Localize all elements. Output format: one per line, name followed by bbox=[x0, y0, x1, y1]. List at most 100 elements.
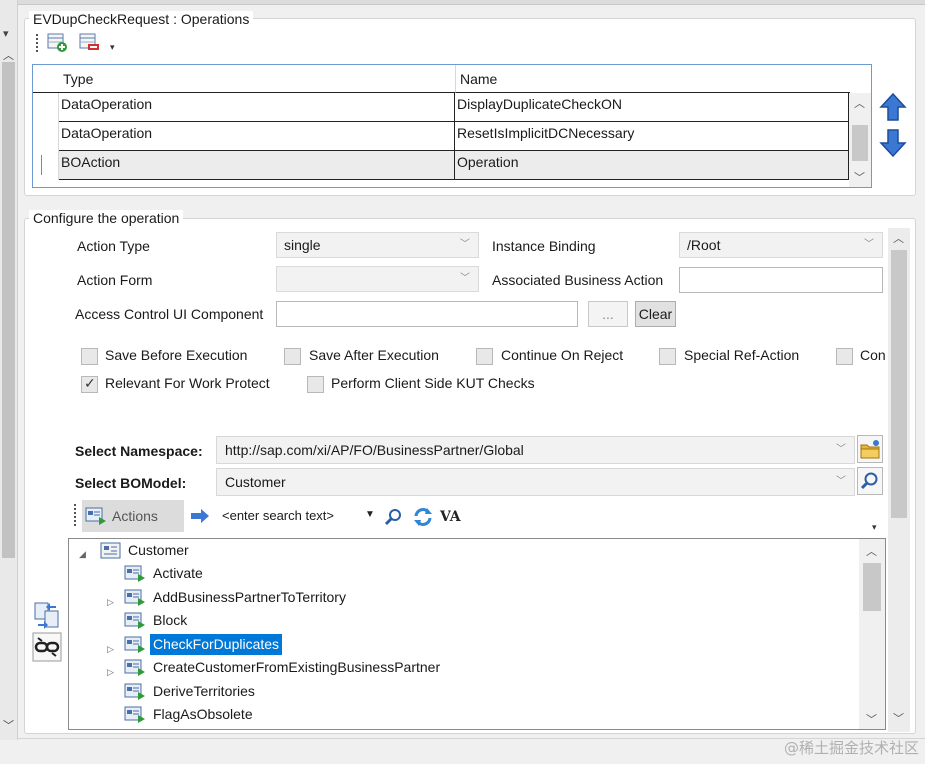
action-icon bbox=[124, 636, 146, 654]
operations-toolbar: ▾ bbox=[36, 30, 126, 56]
actions-filter-label: Actions bbox=[112, 508, 158, 524]
action-type-select[interactable]: single ﹀ bbox=[276, 232, 479, 258]
scroll-thumb[interactable] bbox=[2, 62, 15, 558]
refresh-icon[interactable] bbox=[412, 506, 434, 528]
browse-button[interactable]: ... bbox=[588, 301, 628, 327]
chevron-down-icon: ﹀ bbox=[864, 239, 874, 250]
expand-icon[interactable]: ▷ bbox=[107, 639, 114, 660]
continue-on-reject-checkbox[interactable] bbox=[476, 348, 493, 365]
move-down-icon[interactable] bbox=[879, 128, 907, 158]
grid-cell-name[interactable]: ResetIsImplicitDCNecessary bbox=[455, 122, 849, 151]
con-label: Con bbox=[860, 347, 886, 363]
configure-vertical-scrollbar[interactable]: ︿ ﹀ bbox=[888, 228, 910, 732]
save-after-execution-checkbox[interactable] bbox=[284, 348, 301, 365]
swap-icon[interactable] bbox=[32, 600, 62, 630]
scroll-down-icon[interactable]: ﹀ bbox=[866, 711, 877, 727]
search-icon bbox=[860, 472, 878, 490]
column-header-name[interactable]: Name bbox=[455, 65, 850, 93]
scroll-down-icon[interactable]: ﹀ bbox=[854, 169, 865, 185]
chevron-down-icon: ﹀ bbox=[836, 476, 846, 487]
special-ref-action-checkbox[interactable] bbox=[659, 348, 676, 365]
row-selector[interactable] bbox=[33, 151, 59, 180]
namespace-select[interactable]: http://sap.com/xi/AP/FO/BusinessPartner/… bbox=[216, 436, 855, 464]
scroll-thumb[interactable] bbox=[891, 250, 907, 518]
collapse-icon[interactable]: ◢ bbox=[79, 544, 86, 565]
row-selector[interactable] bbox=[33, 93, 59, 122]
bomodel-select[interactable]: Customer ﹀ bbox=[216, 468, 855, 496]
tree-node-label: DeriveTerritories bbox=[153, 682, 255, 699]
scroll-down-icon[interactable]: ﹀ bbox=[893, 710, 904, 726]
relevant-for-work-protect-checkbox[interactable] bbox=[81, 375, 98, 393]
toolbar-grip[interactable] bbox=[36, 34, 39, 54]
expand-icon[interactable]: ▷ bbox=[107, 662, 114, 683]
add-operation-icon[interactable] bbox=[46, 31, 68, 53]
unlink-icon[interactable] bbox=[32, 632, 62, 662]
action-form-label: Action Form bbox=[77, 272, 153, 288]
scroll-up-icon[interactable]: ︿ bbox=[854, 95, 865, 111]
grid-cell-type[interactable]: BOAction bbox=[59, 151, 455, 180]
grid-vertical-scrollbar[interactable]: ︿ ﹀ bbox=[849, 93, 871, 187]
perform-client-side-kut-checks-label: Perform Client Side KUT Checks bbox=[331, 375, 535, 391]
business-object-icon bbox=[100, 542, 121, 559]
perform-client-side-kut-checks-checkbox[interactable] bbox=[307, 376, 324, 393]
grid-cell-type[interactable]: DataOperation bbox=[59, 122, 455, 151]
configure-group-title: Configure the operation bbox=[29, 210, 184, 226]
grid-cell-type[interactable]: DataOperation bbox=[59, 93, 455, 122]
instance-binding-select[interactable]: /Root ﹀ bbox=[679, 232, 883, 258]
tree-vertical-scrollbar[interactable]: ︿ ﹀ bbox=[859, 539, 885, 729]
access-control-input[interactable] bbox=[276, 301, 578, 327]
open-folder-button[interactable] bbox=[857, 435, 883, 463]
watermark-text: @稀土掘金技术社区 bbox=[783, 739, 919, 757]
namespace-value: http://sap.com/xi/AP/FO/BusinessPartner/… bbox=[225, 442, 524, 458]
tree-node-label: Activate bbox=[153, 565, 203, 581]
scroll-down-icon[interactable]: ﹀ bbox=[3, 720, 14, 732]
clear-button[interactable]: Clear bbox=[635, 301, 676, 327]
action-icon bbox=[124, 659, 146, 677]
scroll-up-icon[interactable]: ︿ bbox=[3, 50, 14, 62]
scroll-up-icon[interactable]: ▾ bbox=[3, 28, 9, 40]
row-selector[interactable] bbox=[33, 122, 59, 151]
search-input[interactable]: <enter search text> bbox=[216, 504, 376, 528]
bomodel-label: Select BOModel: bbox=[75, 475, 187, 491]
search-history-dropdown-icon[interactable]: ▼ bbox=[365, 509, 375, 520]
tree-node-label: Customer bbox=[128, 542, 189, 558]
grid-cell-name[interactable]: Operation bbox=[455, 151, 849, 180]
tree-node-label: FlagAsObsolete bbox=[153, 706, 253, 722]
delete-operation-icon[interactable] bbox=[78, 31, 100, 53]
toolbar-overflow-icon[interactable]: ▾ bbox=[872, 522, 877, 533]
action-icon bbox=[124, 706, 146, 724]
move-up-icon[interactable] bbox=[879, 92, 907, 122]
continue-on-reject-label: Continue On Reject bbox=[501, 347, 624, 363]
save-before-execution-checkbox[interactable] bbox=[81, 348, 98, 365]
scroll-up-icon[interactable]: ︿ bbox=[866, 543, 877, 559]
tree-node-label: AddBusinessPartnerToTerritory bbox=[153, 588, 346, 605]
instance-binding-value: /Root bbox=[687, 237, 721, 253]
special-ref-action-label: Special Ref-Action bbox=[684, 347, 800, 363]
action-form-select[interactable]: ﹀ bbox=[276, 266, 479, 292]
action-icon bbox=[124, 589, 146, 607]
action-tree[interactable]: ◢ Customer Activate ▷ AddBusinessPartnerTo… bbox=[68, 538, 886, 730]
search-bomodel-button[interactable] bbox=[857, 467, 883, 495]
con-checkbox[interactable] bbox=[836, 348, 853, 365]
tree-node-label: Block bbox=[153, 612, 188, 628]
scroll-thumb[interactable] bbox=[852, 125, 868, 161]
chevron-down-icon: ﹀ bbox=[836, 444, 846, 455]
actions-filter-button[interactable]: Actions bbox=[82, 500, 184, 532]
column-header-type[interactable]: Type bbox=[59, 65, 487, 93]
toolbar-overflow-icon[interactable]: ▾ bbox=[110, 42, 115, 53]
scroll-up-icon[interactable]: ︿ bbox=[893, 230, 904, 246]
grid-cell-name[interactable]: DisplayDuplicateCheckON bbox=[455, 93, 849, 122]
expand-icon[interactable]: ▷ bbox=[107, 592, 114, 613]
search-icon[interactable] bbox=[384, 507, 404, 527]
chevron-down-icon: ﹀ bbox=[460, 239, 470, 250]
va-toggle-button[interactable]: VA bbox=[440, 509, 461, 525]
scroll-thumb[interactable] bbox=[863, 563, 881, 611]
action-type-label: Action Type bbox=[77, 238, 150, 254]
tree-node-label: CheckForDuplicates bbox=[150, 633, 283, 655]
save-after-execution-label: Save After Execution bbox=[309, 347, 439, 363]
outer-vertical-scrollbar[interactable]: ▾ ︿ ﹀ bbox=[0, 0, 18, 740]
grid-corner bbox=[33, 65, 59, 93]
associated-business-action-input[interactable] bbox=[679, 267, 883, 293]
action-type-value: single bbox=[284, 237, 321, 253]
arrow-right-icon bbox=[191, 509, 209, 523]
